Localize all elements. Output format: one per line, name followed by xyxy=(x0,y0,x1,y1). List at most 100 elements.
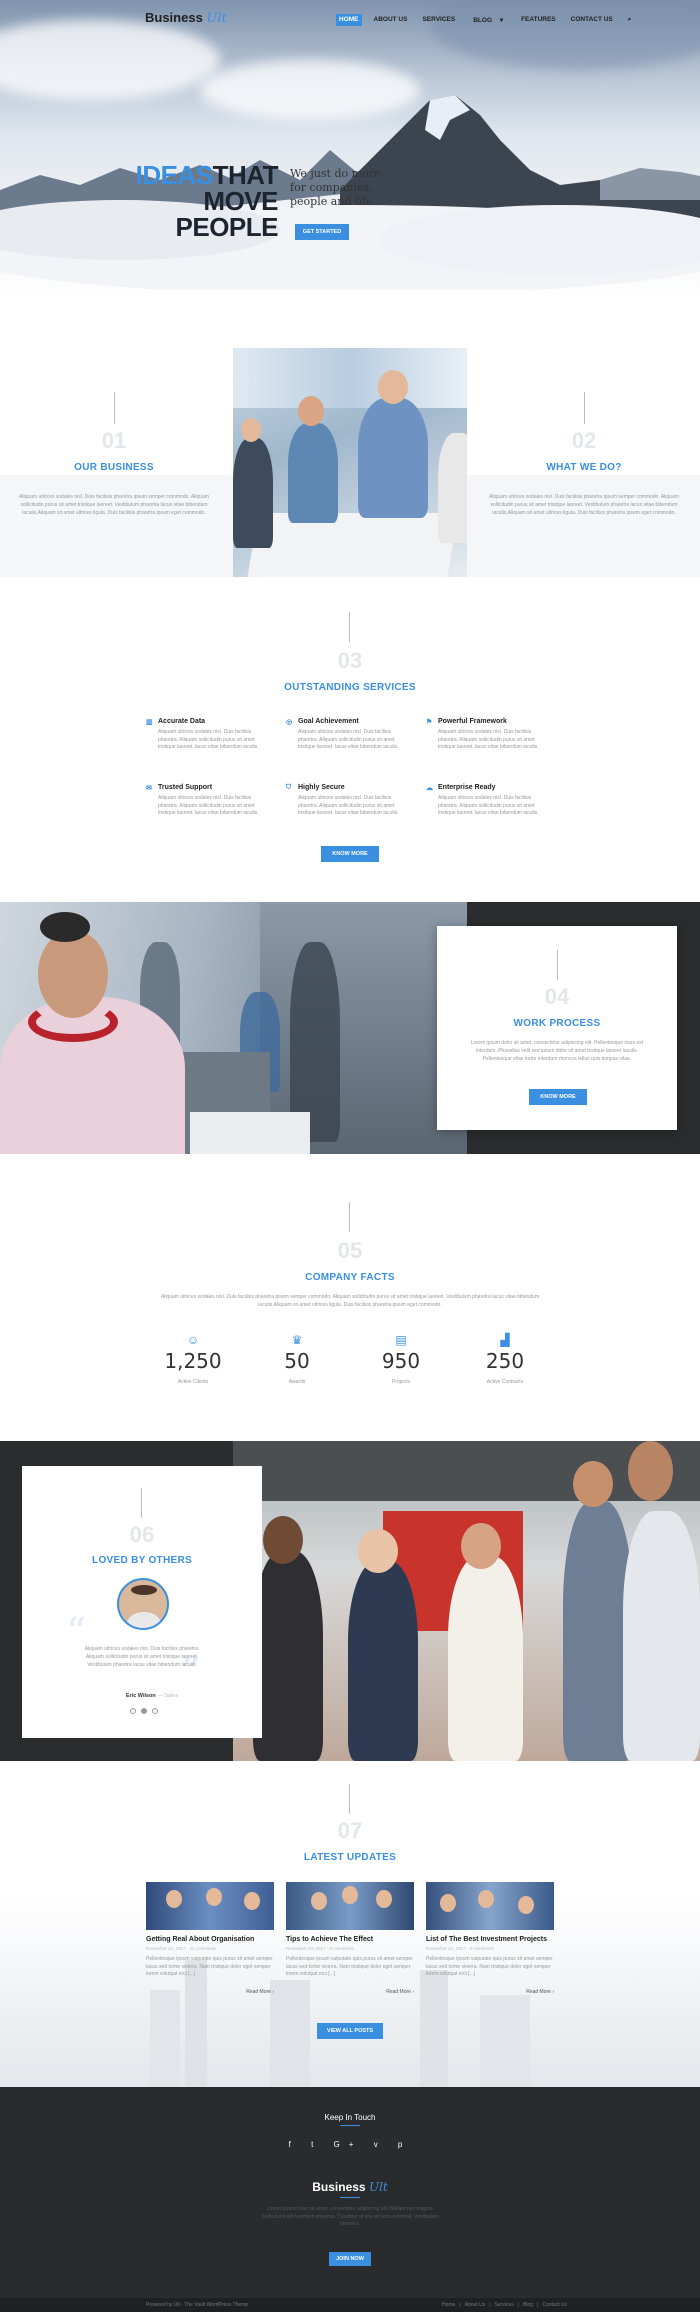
section-text: Aliquam ultrices sodales nisl. Duis faci… xyxy=(489,494,679,516)
post-excerpt: Pellentesque ipsum vulputate quis purus … xyxy=(286,1956,413,1977)
section-number: 06 xyxy=(129,1522,155,1547)
person xyxy=(438,433,467,543)
get-started-button[interactable]: GET STARTED xyxy=(295,224,349,240)
google-plus-icon[interactable]: G+ xyxy=(334,2140,363,2149)
footer-link-services[interactable]: Services xyxy=(495,2302,514,2308)
section-title: OUR BUSINESS xyxy=(74,462,154,473)
section-text: Aliquam ultrices sodales nisl. Duis faci… xyxy=(19,494,209,516)
services-know-more-button[interactable]: KNOW MORE xyxy=(321,846,379,862)
service-text: Aliquam ultrices sodales nisl. Duis faci… xyxy=(158,729,259,750)
divider-line xyxy=(349,612,350,642)
section-number: 03 xyxy=(337,648,363,673)
service-item: ◎ Goal Achievement Aliquam ultrices sodal… xyxy=(286,718,411,752)
person-head xyxy=(440,1894,456,1912)
post-title[interactable]: Tips to Achieve The Effect xyxy=(286,1936,414,1943)
service-item: ⛉ Highly Secure Aliquam ultrices sodales … xyxy=(286,784,411,818)
main-nav: HOME ABOUT US SERVICES BLOG ▾ FEATURES C… xyxy=(336,14,634,26)
flag-icon: ⚑ xyxy=(426,719,433,726)
post-meta: November 23, 2017 · no comments xyxy=(146,1946,217,1951)
join-now-button[interactable]: JOIN NOW xyxy=(329,2252,371,2266)
post-title[interactable]: Getting Real About Organisation xyxy=(146,1936,274,1943)
section-number: 05 xyxy=(337,1238,363,1263)
person xyxy=(288,423,338,523)
service-item: ✉ Trusted Support Aliquam ultrices sodale… xyxy=(146,784,271,818)
section-title: OUTSTANDING SERVICES xyxy=(284,682,416,693)
section-number: 01 xyxy=(101,428,127,453)
facebook-icon[interactable]: f xyxy=(289,2140,300,2149)
nav-about-us[interactable]: ABOUT US xyxy=(371,14,411,26)
nav-features[interactable]: FEATURES xyxy=(518,14,559,26)
chart-icon: ▟ xyxy=(500,1333,510,1347)
twitter-icon[interactable]: t xyxy=(311,2140,322,2149)
pinterest-icon[interactable]: p xyxy=(398,2140,411,2149)
nav-blog[interactable]: BLOG ▾ xyxy=(467,14,509,26)
hero-subtitle: We just do more for companies, people an… xyxy=(290,167,381,208)
read-more-link[interactable]: Read More › xyxy=(426,1989,554,1995)
person-head xyxy=(166,1890,182,1908)
keep-in-touch-title: Keep In Touch xyxy=(324,2113,376,2122)
footer-link-blog[interactable]: Blog xyxy=(523,2302,533,2308)
post-excerpt: Pellentesque ipsum vulputate quis purus … xyxy=(146,1956,273,1977)
read-more-link[interactable]: Read More › xyxy=(286,1989,414,1995)
person xyxy=(233,438,273,548)
author-name: Eric Wilson xyxy=(125,1693,156,1699)
section-title: WORK PROCESS xyxy=(513,1018,601,1029)
section-title: LATEST UPDATES xyxy=(303,1852,397,1863)
nav-contact-us[interactable]: CONTACT US xyxy=(568,14,616,26)
hero-title: IDEASTHAT MOVE PEOPLE xyxy=(100,162,279,240)
footer-link-home[interactable]: Home xyxy=(442,2302,455,2308)
fact-label: Active Contracts xyxy=(486,1379,524,1385)
footer-text: Lorem ipsum dolor sit amet, consectetur … xyxy=(261,2206,439,2227)
vimeo-icon[interactable]: v xyxy=(374,2140,387,2149)
team-meeting-photo xyxy=(233,348,467,577)
fact-label: Awards xyxy=(288,1379,306,1385)
post-thumbnail[interactable] xyxy=(146,1882,274,1930)
title-underline xyxy=(340,2125,360,2126)
person-head xyxy=(298,396,324,426)
fact-label: Projects xyxy=(391,1379,411,1385)
post-thumbnail[interactable] xyxy=(426,1882,554,1930)
logo-text: Business xyxy=(145,10,203,25)
office-photo xyxy=(0,902,467,1154)
person-head xyxy=(311,1892,327,1910)
user-icon: ☺ xyxy=(186,1333,200,1347)
slider-dot[interactable] xyxy=(152,1708,158,1714)
testimonial-text: Aliquam ultrices sodales nisl. Duis faci… xyxy=(84,1646,200,1668)
service-item: ☁ Enterprise Ready Aliquam ultrices sodal… xyxy=(426,784,551,818)
footer-link-about[interactable]: About Us xyxy=(465,2302,486,2308)
person xyxy=(358,398,428,518)
footer-link-contact[interactable]: Contact Us xyxy=(542,2302,567,2308)
window-background xyxy=(233,348,467,408)
logo[interactable]: Business Ult xyxy=(145,10,227,26)
section-number: 07 xyxy=(337,1818,363,1843)
blog-post-card: Getting Real About Organisation November… xyxy=(146,1882,274,1995)
person-head xyxy=(378,370,408,404)
person xyxy=(448,1556,523,1761)
bottom-bar: Powered by Ult - The Vault WordPress The… xyxy=(0,2298,700,2312)
nav-home[interactable]: HOME xyxy=(336,14,362,26)
view-all-posts-button[interactable]: VIEW ALL POSTS xyxy=(317,2023,383,2039)
social-links: f t G+ v p xyxy=(0,2140,700,2149)
blog-post-card: Tips to Achieve The Effect November 23, … xyxy=(286,1882,414,1995)
divider-line xyxy=(584,392,585,424)
footer-logo[interactable]: Business Ult xyxy=(0,2180,700,2194)
top-navigation-bar: Business Ult HOME ABOUT US SERVICES BLOG… xyxy=(0,0,700,36)
page: Business Ult HOME ABOUT US SERVICES BLOG… xyxy=(0,0,700,2312)
service-text: Aliquam ultrices sodales nisl. Duis faci… xyxy=(438,729,539,750)
post-title[interactable]: List of The Best Investment Projects xyxy=(426,1936,554,1943)
footer-logo-accent: Ult xyxy=(368,2180,388,2194)
nav-services[interactable]: SERVICES xyxy=(419,14,458,26)
cloud-icon: ☁ xyxy=(426,785,433,792)
slider-dot-active[interactable] xyxy=(141,1708,147,1714)
service-item: ▥ Accurate Data Aliquam ultrices sodales … xyxy=(146,718,271,752)
read-more-link[interactable]: Read More › xyxy=(146,1989,274,1995)
divider-line xyxy=(114,392,115,424)
person-head xyxy=(358,1529,398,1573)
work-know-more-button[interactable]: KNOW MORE xyxy=(529,1089,587,1105)
slider-dot[interactable] xyxy=(130,1708,136,1714)
person-head xyxy=(206,1888,222,1906)
fact-value: 1,250 xyxy=(164,1349,222,1373)
person-head xyxy=(342,1886,358,1904)
post-thumbnail[interactable] xyxy=(286,1882,414,1930)
search-icon[interactable]: ⌕ xyxy=(625,14,635,26)
